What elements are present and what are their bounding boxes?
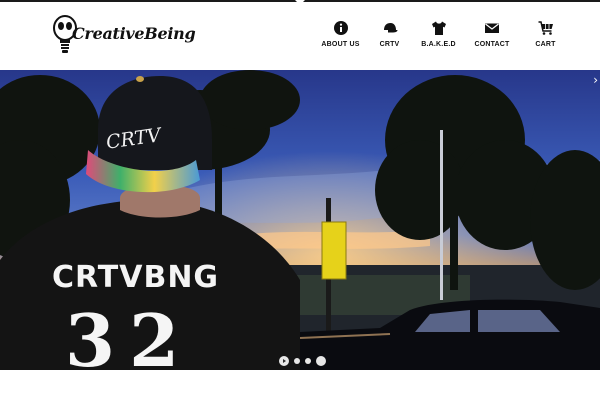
slider-play-icon[interactable] bbox=[279, 356, 289, 366]
brand-name: CreativeBeing bbox=[72, 24, 196, 43]
slider-next-button[interactable]: › bbox=[593, 74, 598, 86]
nav-item-contact[interactable]: CONTACT bbox=[463, 20, 521, 48]
info-icon bbox=[333, 21, 348, 35]
tshirt-icon bbox=[431, 21, 446, 35]
nav-label-crtv: CRTV bbox=[379, 41, 400, 48]
slider-pagination bbox=[279, 356, 326, 366]
shirt-brand-text: CRTVBNG bbox=[52, 260, 220, 295]
nav-item-about-us[interactable]: ABOUT US bbox=[316, 20, 365, 48]
slider-dot[interactable] bbox=[305, 358, 311, 364]
envelope-icon bbox=[485, 23, 499, 33]
nav-label-cart: CART bbox=[535, 41, 556, 48]
main-nav: ABOUT US CRTV B.A.K.E.D CONTACT CART bbox=[316, 20, 570, 48]
nav-item-cart[interactable]: CART bbox=[521, 20, 570, 48]
nav-label-about-us: ABOUT US bbox=[321, 41, 360, 48]
slider-dot-active[interactable] bbox=[316, 356, 326, 366]
nav-label-baked: B.A.K.E.D bbox=[421, 41, 456, 48]
slider-dot[interactable] bbox=[294, 358, 300, 364]
hero-slider: CRTV CRTVBNG 32 › bbox=[0, 70, 600, 370]
nav-item-baked[interactable]: B.A.K.E.D bbox=[414, 20, 463, 48]
nav-item-crtv[interactable]: CRTV bbox=[365, 20, 414, 48]
shirt-number-text: 32 bbox=[65, 298, 194, 371]
nav-label-contact: CONTACT bbox=[474, 41, 510, 48]
site-header: CreativeBeing ABOUT US CRTV B.A.K.E.D CO… bbox=[0, 2, 600, 70]
cap-icon bbox=[383, 23, 397, 33]
cart-icon bbox=[538, 21, 553, 35]
